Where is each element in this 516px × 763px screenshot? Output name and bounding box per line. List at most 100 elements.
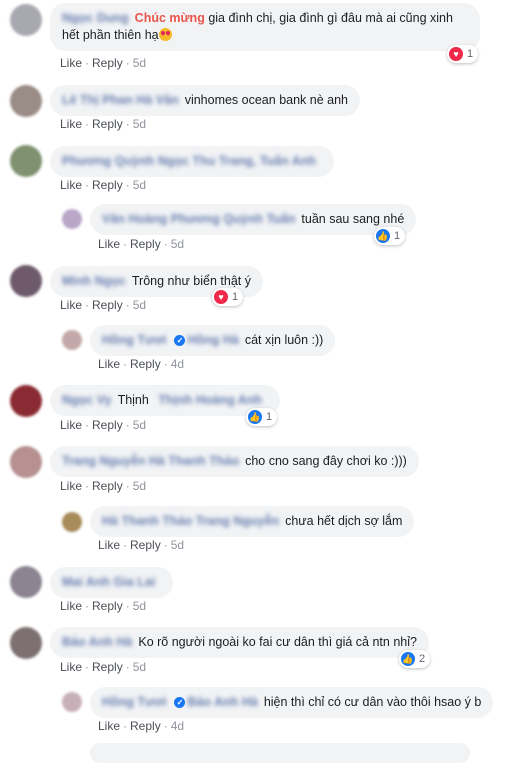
timestamp[interactable]: 5d — [133, 178, 146, 192]
reply-link[interactable]: Reply — [92, 479, 123, 493]
comment-author[interactable]: Bảo Anh Hà — [62, 634, 132, 651]
verified-badge-icon: ✓ — [174, 335, 186, 347]
reaction-count[interactable]: 👍 2 — [399, 650, 431, 668]
avatar[interactable] — [62, 512, 82, 532]
verified-badge-icon: ✓ — [174, 697, 186, 709]
comment-author[interactable]: Ngọc Vy — [62, 392, 112, 409]
comment-actions: Like · Reply · 5d — [60, 660, 147, 674]
avatar[interactable] — [10, 627, 42, 659]
like-reaction-icon: 👍 — [376, 229, 390, 243]
avatar[interactable] — [62, 330, 82, 350]
comment-bubble: Lê Thị Phan Hà Vân vinhomes ocean bank nè… — [50, 85, 360, 116]
like-link[interactable]: Like — [60, 117, 82, 131]
comment-actions: Like · Reply · 5d — [60, 178, 147, 192]
tagged-user[interactable]: Thịnh Hoàng Anh — [158, 392, 262, 409]
comment-text: Thịnh — [117, 393, 149, 407]
comment-text: Ko rõ người ngoài ko fai cư dân thì giá … — [138, 635, 417, 649]
comment-author[interactable]: Mai Anh Gia Lai — [62, 574, 155, 591]
like-link[interactable]: Like — [60, 178, 82, 192]
comment-text: cát xịn luôn :)) — [244, 333, 324, 347]
like-link[interactable]: Like — [60, 298, 82, 312]
love-reaction-icon: ♥ — [214, 290, 228, 304]
like-link[interactable]: Like — [98, 357, 120, 371]
comment-actions: Like · Reply · 5d — [98, 538, 185, 552]
like-link[interactable]: Like — [60, 418, 82, 432]
comment-actions: Like · Reply · 5d — [60, 479, 147, 493]
timestamp[interactable]: 5d — [171, 237, 184, 251]
comment-actions: Like · Reply · 5d — [98, 237, 185, 251]
like-link[interactable]: Like — [60, 56, 82, 70]
reaction-count[interactable]: ♥ 1 — [212, 288, 244, 306]
comment-author[interactable]: Trang Nguyễn Hà Thanh Thảo — [62, 453, 239, 470]
comment-bubble: Ngọc Dung Chúc mừng gia đình chị, gia đìn… — [50, 3, 480, 51]
like-link[interactable]: Like — [60, 599, 82, 613]
tagged-user[interactable]: Hồng Hà — [187, 332, 238, 349]
reply-link[interactable]: Reply — [92, 660, 123, 674]
timestamp[interactable]: 5d — [133, 418, 146, 432]
comment-actions: Like · Reply · 5d — [60, 117, 147, 131]
reply-link[interactable]: Reply — [92, 298, 123, 312]
timestamp[interactable]: 5d — [133, 117, 146, 131]
timestamp[interactable]: 5d — [133, 660, 146, 674]
avatar[interactable] — [62, 209, 82, 229]
like-link[interactable]: Like — [98, 719, 120, 733]
comment-text: tuần sau sang nhé — [301, 212, 405, 226]
timestamp[interactable]: 5d — [171, 538, 184, 552]
avatar[interactable] — [10, 446, 42, 478]
timestamp[interactable]: 4d — [171, 357, 184, 371]
heart-eyes-emoji-icon — [158, 28, 172, 41]
reply-link[interactable]: Reply — [130, 719, 161, 733]
like-link[interactable]: Like — [98, 538, 120, 552]
avatar[interactable] — [62, 692, 82, 712]
comment-bubble: Hồng Tươi ✓ Hồng Hà cát xịn luôn :)) — [90, 325, 336, 356]
comment-text: chưa hết dịch sợ lắm — [285, 514, 403, 528]
reaction-count[interactable]: ♥ 1 — [447, 45, 479, 63]
like-link[interactable]: Like — [60, 479, 82, 493]
comment-author[interactable]: Minh Ngọc — [62, 273, 126, 290]
comment-author[interactable]: Hồng Tươi — [102, 694, 166, 711]
avatar[interactable] — [10, 566, 42, 598]
avatar[interactable] — [10, 385, 42, 417]
comment-actions: Like · Reply · 4d — [98, 719, 185, 733]
reply-link[interactable]: Reply — [92, 418, 123, 432]
comment-author[interactable]: Ngọc Dung — [62, 10, 129, 27]
comment-author[interactable]: Hà Thanh Thảo Trang Nguyễn — [102, 513, 279, 530]
avatar[interactable] — [10, 85, 42, 117]
comment-author[interactable]: Lê Thị Phan Hà Vân — [62, 92, 179, 109]
comment-bubble: Văn Hoàng Phương Quỳnh Tuấn tuần sau sang… — [90, 204, 417, 235]
avatar[interactable] — [10, 4, 42, 36]
timestamp[interactable]: 5d — [133, 298, 146, 312]
reply-link[interactable]: Reply — [92, 178, 123, 192]
tagged-user[interactable]: Bảo Anh Hà — [187, 694, 257, 711]
reply-link[interactable]: Reply — [130, 237, 161, 251]
comment-bubble: Ngọc Vy Thịnh Thịnh Hoàng Anh — [50, 385, 281, 416]
comment-actions: Like · Reply · 5d — [60, 418, 147, 432]
reply-link[interactable]: Reply — [92, 56, 123, 70]
reaction-count[interactable]: 👍 1 — [246, 408, 278, 426]
comment-bubble: Trang Nguyễn Hà Thanh Thảo cho cno sang đ… — [50, 446, 419, 477]
comment-author[interactable]: Hồng Tươi — [102, 332, 166, 349]
avatar[interactable] — [10, 145, 42, 177]
comment-bubble: Phương Quỳnh Ngọc Thu Trang, Tuấn Anh — [50, 146, 335, 177]
reply-link[interactable]: Reply — [92, 599, 123, 613]
reaction-count[interactable]: 👍 1 — [374, 227, 406, 245]
comment-actions: Like · Reply · 4d — [98, 357, 185, 371]
avatar[interactable] — [10, 265, 42, 297]
like-link[interactable]: Like — [60, 660, 82, 674]
reply-link[interactable]: Reply — [92, 117, 123, 131]
comment-text: cho cno sang đây chơi ko :))) — [245, 454, 407, 468]
love-reaction-icon: ♥ — [449, 47, 463, 61]
timestamp[interactable]: 5d — [133, 56, 146, 70]
comment-text: Trông như biển thật ý — [131, 274, 251, 288]
comment-actions: Like · Reply · 5d — [60, 56, 147, 70]
timestamp[interactable]: 5d — [133, 479, 146, 493]
timestamp[interactable]: 5d — [133, 599, 146, 613]
comment-bubble: Hồng Tươi ✓ Bảo Anh Hà hiện thì chỉ có cư d… — [90, 687, 494, 718]
reply-link[interactable]: Reply — [130, 538, 161, 552]
timestamp[interactable]: 4d — [171, 719, 184, 733]
reply-link[interactable]: Reply — [130, 357, 161, 371]
highlight-text: Chúc mừng — [134, 11, 205, 25]
like-link[interactable]: Like — [98, 237, 120, 251]
comment-author[interactable]: Văn Hoàng Phương Quỳnh Tuấn — [102, 211, 295, 228]
comment-author[interactable]: Phương Quỳnh Ngọc Thu Trang, Tuấn Anh — [62, 153, 316, 170]
